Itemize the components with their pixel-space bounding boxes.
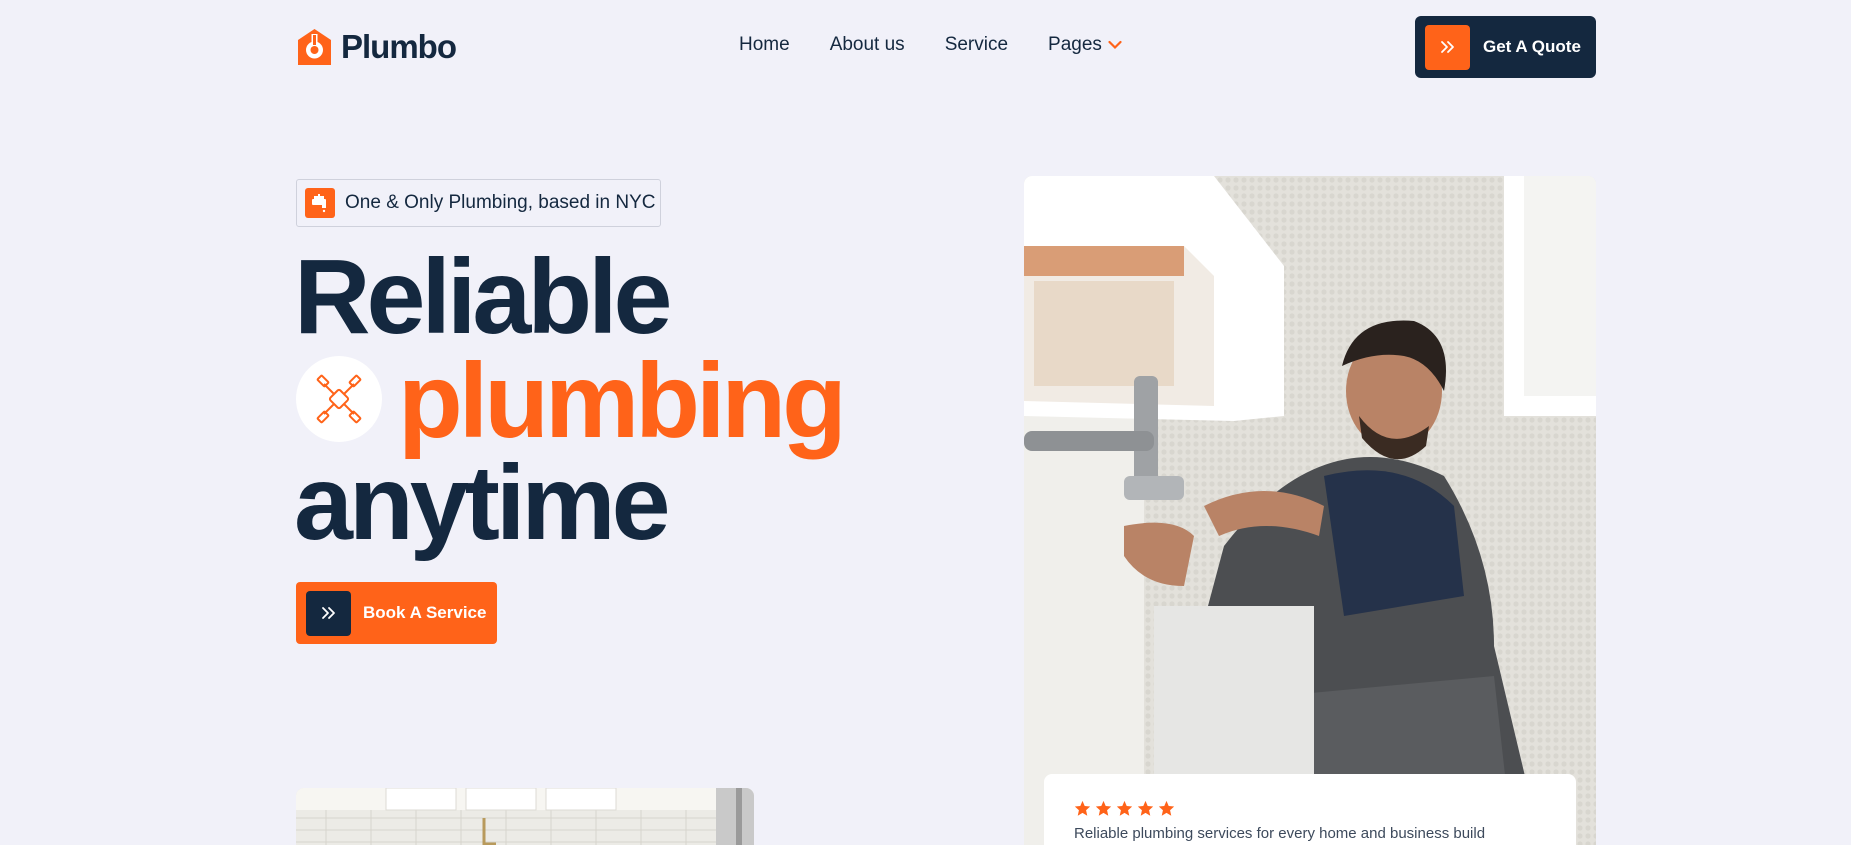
nav-item-pages[interactable]: Pages — [1048, 34, 1122, 56]
nav-item-label: Service — [944, 34, 1009, 55]
double-chevron-right-icon — [1425, 24, 1470, 70]
logo-icon — [298, 29, 331, 65]
headline-line-3: anytime — [294, 444, 671, 562]
nav-item-label: Home — [739, 34, 790, 55]
nav-item-label: About us — [829, 34, 905, 55]
faucet-icon — [305, 188, 335, 218]
badge-text: One & Only Plumbing, based in NYC — [345, 192, 656, 213]
star-icon — [1074, 800, 1091, 816]
double-chevron-right-icon — [306, 590, 351, 636]
nav-item-label: Pages — [1048, 34, 1102, 55]
review-text: Reliable plumbing services for every hom… — [1074, 825, 1486, 842]
book-a-service-label: Book A Service — [363, 603, 487, 622]
kitchen-photo — [296, 788, 754, 845]
headline-line-1: Reliable — [294, 238, 673, 356]
logo-text: Plumbo — [341, 28, 457, 65]
star-icon — [1158, 800, 1175, 816]
star-icon — [1137, 800, 1154, 816]
rating-stars — [1074, 800, 1546, 817]
logo[interactable]: Plumbo — [296, 28, 457, 66]
nav-item-about[interactable]: About us — [830, 34, 905, 56]
main-nav: Home About us Service Pages — [739, 34, 1122, 56]
review-card: Reliable plumbing services for every hom… — [1044, 774, 1576, 845]
star-icon — [1116, 800, 1133, 816]
chevron-down-icon — [1108, 40, 1122, 50]
star-icon — [1095, 800, 1112, 816]
nav-item-home[interactable]: Home — [739, 34, 790, 56]
plumber-photo — [1024, 176, 1596, 845]
nav-item-service[interactable]: Service — [945, 34, 1008, 56]
headline-line-2: plumbing — [398, 342, 847, 460]
book-a-service-button[interactable]: Book A Service — [296, 582, 497, 644]
pipe-cross-icon — [296, 356, 382, 442]
get-a-quote-button[interactable]: Get A Quote — [1415, 16, 1596, 78]
location-badge: One & Only Plumbing, based in NYC — [296, 179, 661, 227]
get-a-quote-label: Get A Quote — [1483, 37, 1581, 56]
